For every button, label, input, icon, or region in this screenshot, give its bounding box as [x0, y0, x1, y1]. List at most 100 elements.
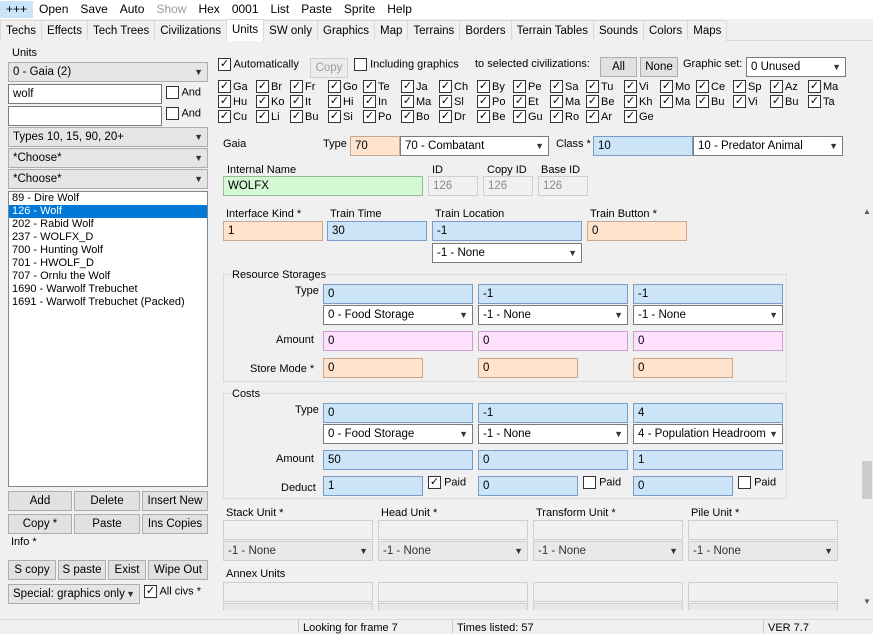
civ-checkbox[interactable]: ✓ Cu — [218, 109, 247, 124]
civ-checkbox[interactable]: ✓ Ma — [401, 94, 431, 109]
menu-item[interactable]: Help — [381, 1, 418, 18]
annex-unit-field[interactable] — [223, 582, 373, 602]
civ-checkbox[interactable]: ✓ Li — [256, 109, 280, 124]
rs-amount-field[interactable]: 0 — [478, 331, 628, 351]
unit-link-field[interactable] — [378, 520, 528, 540]
civ-checkbox[interactable]: ✓ It — [290, 94, 311, 109]
civ-checkbox[interactable]: ✓ In — [363, 94, 387, 109]
class-field[interactable]: 10 — [593, 136, 693, 156]
insert-new-button[interactable]: Insert New — [142, 491, 208, 511]
civ-checkbox[interactable]: ✓ Br — [256, 79, 282, 94]
tab-borders[interactable]: Borders — [459, 20, 512, 41]
scrollbar-thumb[interactable] — [862, 461, 872, 499]
unit-link-field[interactable] — [223, 520, 373, 540]
tab-civilizations[interactable]: Civilizations — [154, 20, 227, 41]
list-item[interactable]: 707 - Ornlu the Wolf — [9, 270, 207, 283]
rs-type-field[interactable]: 0 — [323, 284, 473, 304]
automatically-checkbox[interactable]: ✓ Automatically — [218, 58, 299, 71]
list-item[interactable]: 89 - Dire Wolf — [9, 192, 207, 205]
copy-to-civs-button[interactable]: Copy — [310, 58, 348, 78]
and-checkbox-1[interactable]: And — [166, 86, 201, 99]
tab-graphics[interactable]: Graphics — [317, 20, 376, 41]
exist-button[interactable]: Exist — [108, 560, 146, 580]
interface-kind-field[interactable]: 1 — [223, 221, 323, 241]
s-copy-button[interactable]: S copy — [8, 560, 56, 580]
unit-list[interactable]: 89 - Dire Wolf 126 - Wolf 202 - Rabid Wolf… — [8, 191, 208, 487]
civ-checkbox[interactable]: ✓ Po — [477, 94, 505, 109]
annex-unit-select[interactable] — [533, 603, 683, 610]
list-item[interactable]: 1690 - Warwolf Trebuchet — [9, 283, 207, 296]
tab-terrains[interactable]: Terrains — [407, 20, 461, 41]
rs-store-mode-field[interactable]: 0 — [478, 358, 578, 378]
civ-checkbox[interactable]: ✓ Et — [513, 94, 538, 109]
paid-checkbox[interactable]: Paid — [583, 476, 621, 489]
delete-button[interactable]: Delete — [74, 491, 140, 511]
list-item[interactable]: 126 - Wolf — [9, 205, 207, 218]
civ-checkbox[interactable]: ✓ Sl — [439, 94, 464, 109]
civ-checkbox[interactable]: ✓ Bu — [696, 94, 724, 109]
annex-unit-field[interactable] — [378, 582, 528, 602]
list-item[interactable]: 701 - HWOLF_D — [9, 257, 207, 270]
civ-checkbox[interactable]: ✓ Fr — [290, 79, 315, 94]
unit-link-field[interactable] — [533, 520, 683, 540]
civ-checkbox[interactable]: ✓ Be — [586, 94, 614, 109]
cost-deduct-field[interactable]: 0 — [633, 476, 733, 496]
civ-checkbox[interactable]: ✓ Tu — [586, 79, 613, 94]
unit-link-select[interactable]: -1 - None ▼ — [223, 541, 373, 561]
civ-checkbox[interactable]: ✓ Te — [363, 79, 390, 94]
tab-map[interactable]: Map — [374, 20, 409, 41]
tab-terrain-tables[interactable]: Terrain Tables — [510, 20, 594, 41]
civ-checkbox[interactable]: ✓ Ar — [586, 109, 612, 124]
civ-checkbox[interactable]: ✓ Gu — [513, 109, 543, 124]
tab-effects[interactable]: Effects — [41, 20, 88, 41]
paid-checkbox[interactable]: ✓ Paid — [428, 476, 466, 489]
search-input[interactable]: wolf — [8, 84, 162, 104]
civ-checkbox[interactable]: ✓ Sp — [733, 79, 761, 94]
civ-checkbox[interactable]: ✓ Mo — [660, 79, 690, 94]
civ-checkbox[interactable]: ✓ Ta — [808, 94, 835, 109]
civ-checkbox[interactable]: ✓ Ge — [624, 109, 654, 124]
civ-checkbox[interactable]: ✓ Kh — [624, 94, 652, 109]
civ-checkbox[interactable]: ✓ Ma — [808, 79, 838, 94]
civ-checkbox[interactable]: ✓ Az — [770, 79, 798, 94]
civ-checkbox[interactable]: ✓ Be — [477, 109, 505, 124]
type-field[interactable]: 70 — [350, 136, 400, 156]
menu-item[interactable]: 0001 — [226, 1, 265, 18]
menu-item[interactable]: Auto — [114, 1, 151, 18]
civ-checkbox[interactable]: ✓ Go — [328, 79, 358, 94]
civ-checkbox[interactable]: ✓ Ch — [439, 79, 468, 94]
list-item[interactable]: 700 - Hunting Wolf — [9, 244, 207, 257]
civ-checkbox[interactable]: ✓ Sa — [550, 79, 578, 94]
civ-checkbox[interactable]: ✓ Ja — [401, 79, 428, 94]
cost-type-select[interactable]: 4 - Population Headroom ▼ — [633, 424, 783, 444]
tab-colors[interactable]: Colors — [643, 20, 689, 41]
annex-unit-select[interactable] — [223, 603, 373, 610]
civ-checkbox[interactable]: ✓ Vi — [624, 79, 649, 94]
menu-item[interactable]: +++ — [0, 1, 34, 18]
civ-checkbox[interactable]: ✓ Ro — [550, 109, 579, 124]
menu-item[interactable]: Show — [150, 1, 192, 18]
civ-checkbox[interactable]: ✓ Ma — [550, 94, 580, 109]
train-location-select[interactable]: -1 - None ▼ — [432, 243, 582, 263]
rs-store-mode-field[interactable]: 0 — [323, 358, 423, 378]
cost-type-field[interactable]: 4 — [633, 403, 783, 423]
train-time-field[interactable]: 30 — [327, 221, 427, 241]
civ-checkbox[interactable]: ✓ Hi — [328, 94, 353, 109]
menu-item[interactable]: Hex — [192, 1, 225, 18]
rs-store-mode-field[interactable]: 0 — [633, 358, 733, 378]
scroll-up-icon[interactable]: ▲ — [863, 207, 871, 216]
civ-checkbox[interactable]: ✓ Pe — [513, 79, 541, 94]
unit-link-select[interactable]: -1 - None ▼ — [688, 541, 838, 561]
rs-type-field[interactable]: -1 — [633, 284, 783, 304]
all-civs-button[interactable]: All — [600, 57, 637, 77]
civ-checkbox[interactable]: ✓ Ga — [218, 79, 248, 94]
annex-unit-select[interactable] — [378, 603, 528, 610]
list-item[interactable]: 202 - Rabid Wolf — [9, 218, 207, 231]
and-checkbox-2[interactable]: And — [166, 107, 201, 120]
menu-item[interactable]: List — [265, 1, 296, 18]
cost-type-select[interactable]: 0 - Food Storage ▼ — [323, 424, 473, 444]
cost-deduct-field[interactable]: 1 — [323, 476, 423, 496]
civ-checkbox[interactable]: ✓ Bu — [290, 109, 318, 124]
tab-sw-only[interactable]: SW only — [263, 20, 318, 41]
ins-copies-button[interactable]: Ins Copies — [142, 514, 208, 534]
